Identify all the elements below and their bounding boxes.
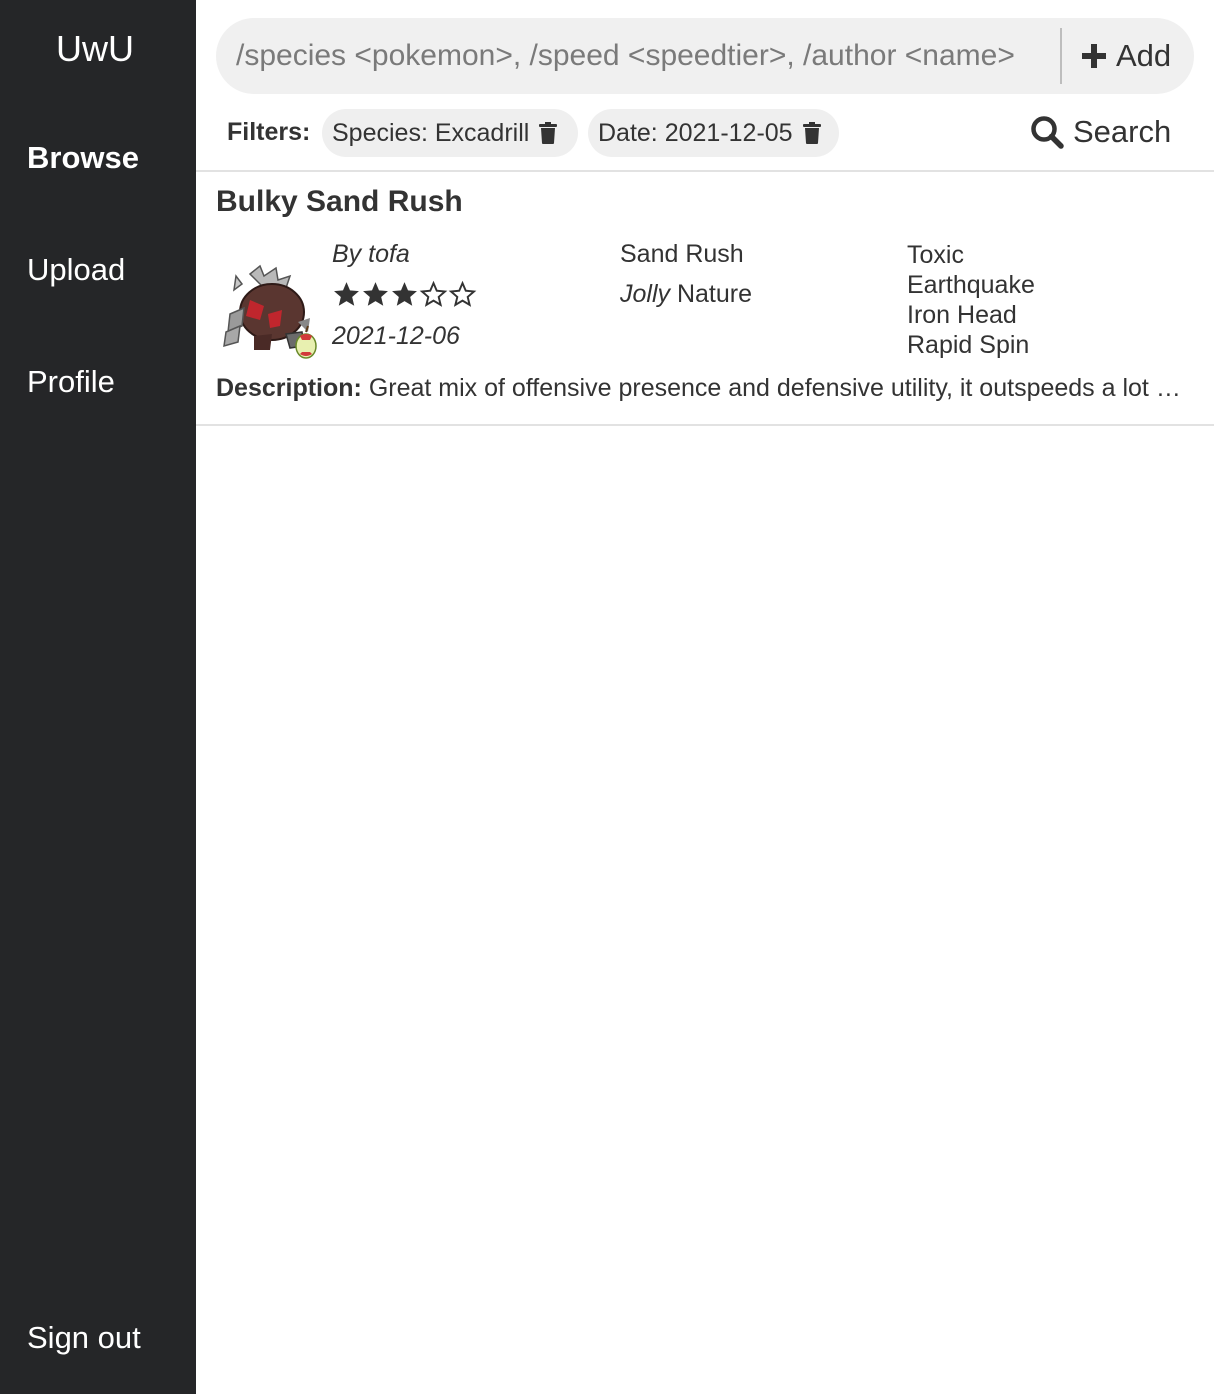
- description-label: Description:: [216, 374, 362, 402]
- set-ability: Sand Rush: [620, 240, 744, 268]
- add-button-label: Add: [1116, 38, 1172, 73]
- brand-logo[interactable]: UwU: [0, 28, 190, 70]
- moves-list: Toxic Earthquake Iron Head Rapid Spin: [907, 240, 1035, 360]
- filter-chip-species: Species: Excadrill: [322, 109, 578, 157]
- search-button-label: Search: [1073, 114, 1172, 149]
- trash-icon[interactable]: [539, 122, 558, 144]
- sidebar-item-upload[interactable]: Upload: [27, 252, 125, 288]
- move-item: Earthquake: [907, 271, 1035, 299]
- move-item: Rapid Spin: [907, 331, 1030, 359]
- divider: [196, 170, 1214, 172]
- add-filter-button[interactable]: Add: [1080, 18, 1171, 94]
- trash-icon[interactable]: [802, 122, 821, 144]
- search-button[interactable]: Search: [1030, 110, 1171, 154]
- sign-out-button[interactable]: Sign out: [27, 1320, 141, 1356]
- filter-chip-label: Species: Excadrill: [332, 118, 530, 147]
- sidebar-item-profile[interactable]: Profile: [27, 364, 115, 400]
- move-item: Iron Head: [907, 301, 1017, 329]
- sidebar: UwU Browse Upload Profile Sign out: [0, 0, 196, 1394]
- sidebar-item-browse[interactable]: Browse: [27, 140, 139, 176]
- set-author[interactable]: By tofa: [332, 240, 410, 269]
- star-filled-icon: [363, 282, 388, 306]
- search-bar: Add: [216, 18, 1194, 94]
- search-input[interactable]: [236, 18, 1068, 94]
- divider: [196, 424, 1214, 426]
- magnifier-icon: [1031, 116, 1064, 149]
- star-empty-icon: [419, 280, 448, 307]
- pokemon-sprite: [223, 264, 317, 359]
- star-empty-icon: [448, 280, 477, 307]
- star-filled-icon: [334, 282, 359, 306]
- nature-value: Jolly: [620, 280, 671, 308]
- rating-stars: [332, 280, 477, 309]
- star-filled-icon: [392, 282, 417, 306]
- set-title[interactable]: Bulky Sand Rush: [216, 185, 463, 219]
- description-text: Great mix of offensive presence and defe…: [368, 374, 1192, 402]
- move-item: Toxic: [907, 241, 964, 269]
- set-nature: Jolly Nature: [620, 280, 752, 309]
- nature-suffix: Nature: [676, 280, 753, 308]
- filter-chip-date: Date: 2021-12-05: [588, 109, 839, 157]
- plus-icon: [1082, 44, 1106, 68]
- filters-label: Filters:: [227, 118, 311, 146]
- search-divider: [1060, 28, 1062, 84]
- set-date: 2021-12-06: [332, 322, 460, 350]
- set-description: Description: Great mix of offensive pres…: [216, 374, 1192, 403]
- filter-chip-label: Date: 2021-12-05: [598, 118, 793, 147]
